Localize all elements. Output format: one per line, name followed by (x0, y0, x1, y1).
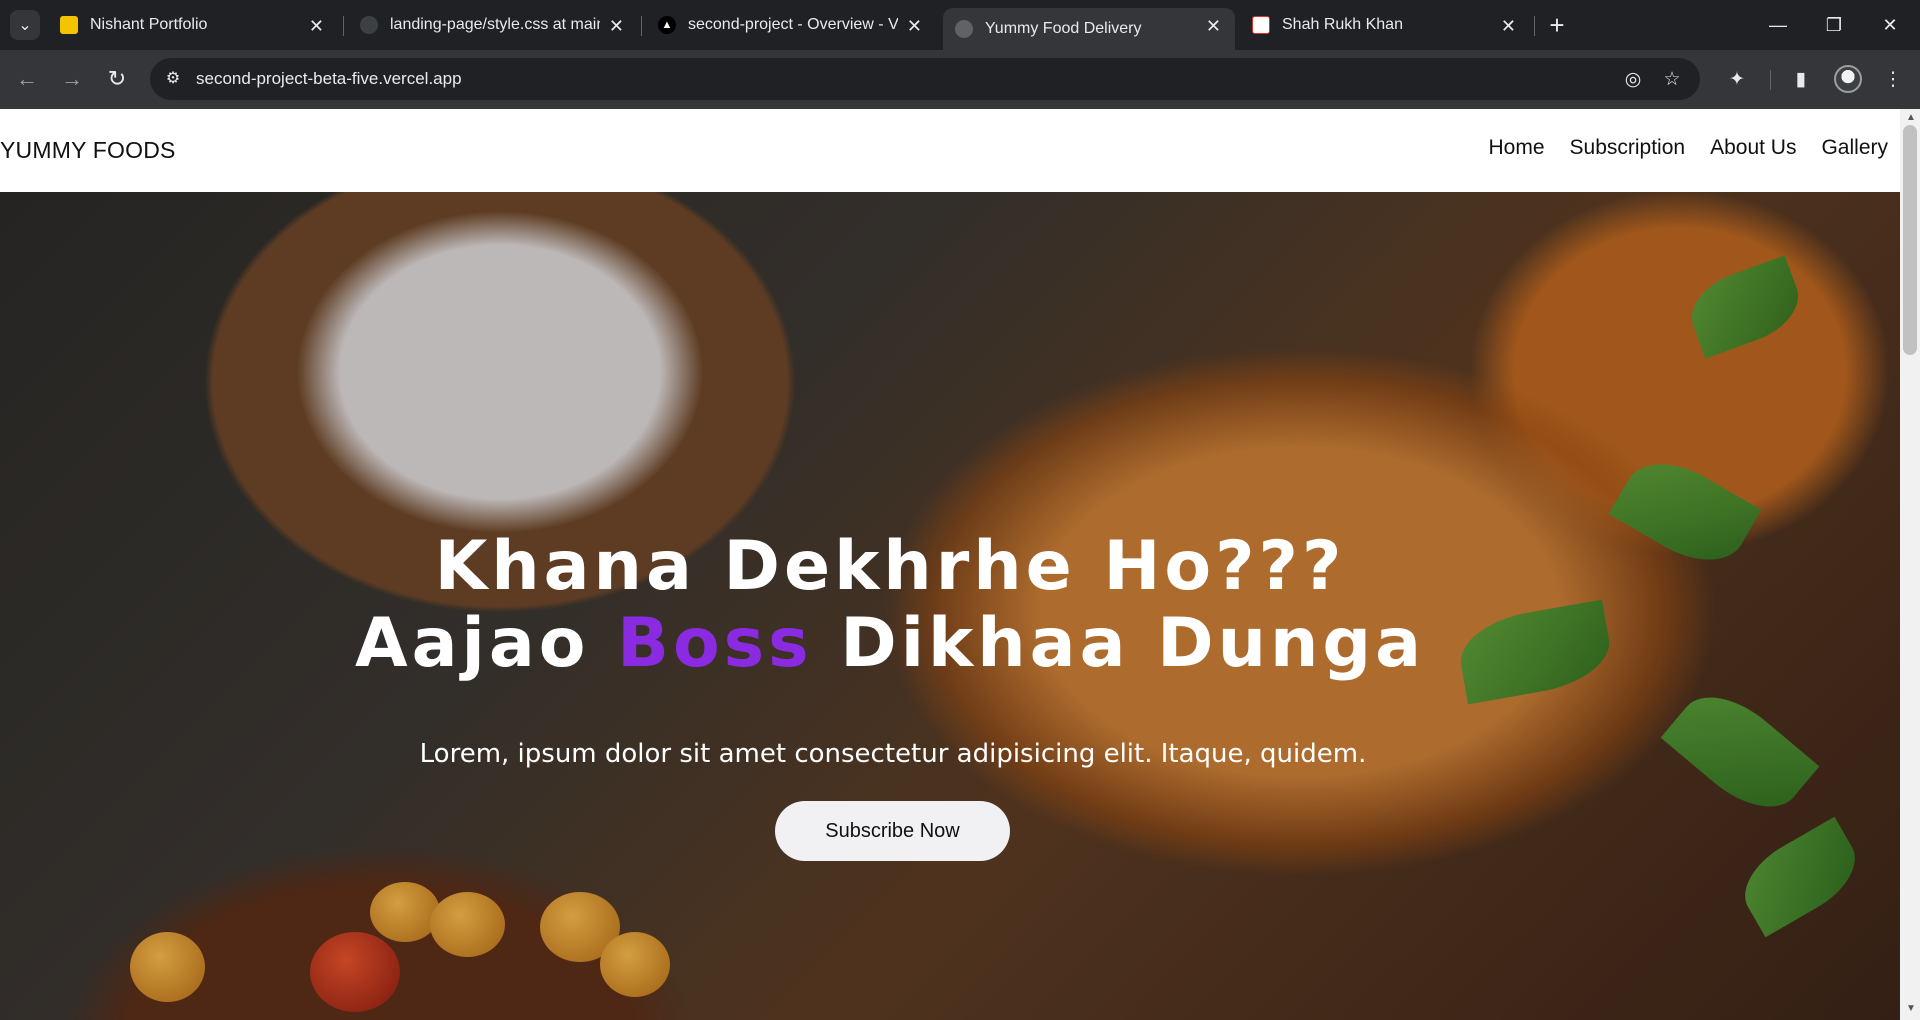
tab-shah-rukh-khan[interactable]: Shah Rukh Khan ✕ (1240, 8, 1530, 42)
tab-second-project[interactable]: ▲ second-project - Overview - Ver ✕ (646, 8, 936, 42)
close-icon[interactable]: ✕ (309, 16, 324, 37)
hero-heading-accent: Boss (617, 604, 813, 683)
hero-heading-text: Dikhaa Dunga (812, 604, 1425, 683)
srk-favicon-icon (1252, 16, 1270, 34)
nav-link-gallery[interactable]: Gallery (1821, 136, 1888, 160)
plus-icon[interactable]: + (1542, 10, 1572, 40)
eye-off-icon[interactable]: ◎ (1620, 67, 1646, 93)
close-icon[interactable]: ✕ (1501, 16, 1516, 37)
globe-icon (955, 20, 973, 38)
toolbar-divider (1770, 70, 1771, 90)
tab-separator (1534, 16, 1535, 36)
nav-link-subscription[interactable]: Subscription (1570, 136, 1686, 160)
close-icon[interactable]: ✕ (1206, 16, 1221, 37)
tab-separator (641, 16, 642, 36)
nav-link-about-us[interactable]: About Us (1710, 136, 1796, 160)
more-vert-icon[interactable]: ⋮ (1878, 65, 1908, 95)
restore-icon[interactable]: ❐ (1806, 0, 1862, 50)
close-icon[interactable]: ✕ (907, 16, 922, 37)
tab-title: Yummy Food Delivery (985, 20, 1142, 37)
address-bar[interactable]: ⚙ second-project-beta-five.vercel.app ◎ … (150, 58, 1700, 100)
subscribe-now-button[interactable]: Subscribe Now (775, 801, 1010, 861)
site-logo[interactable]: YUMMY FOODS (0, 137, 176, 164)
vercel-icon: ▲ (658, 16, 676, 34)
tab-strip: ⌄ Nishant Portfolio ✕ landing-page/style… (0, 0, 1920, 50)
tab-title: second-project - Overview - Ver (688, 16, 898, 33)
page-viewport: YUMMY FOODS Home Subscription About Us G… (0, 109, 1900, 1020)
avatar[interactable] (1834, 65, 1862, 93)
tab-title: Nishant Portfolio (90, 16, 208, 33)
tab-nishant-portfolio[interactable]: Nishant Portfolio ✕ (48, 8, 338, 42)
arrow-right-icon[interactable]: → (57, 64, 87, 94)
side-panel-icon[interactable]: ▮ (1786, 65, 1816, 95)
minimize-icon[interactable]: — (1750, 0, 1806, 50)
tab-separator (343, 16, 344, 36)
arrow-left-icon[interactable]: ← (12, 64, 42, 94)
tune-icon[interactable]: ⚙ (160, 66, 186, 92)
scroll-down-icon[interactable]: ▼ (1906, 1003, 1916, 1014)
close-icon[interactable]: ✕ (1862, 0, 1918, 50)
hero-subtitle: Lorem, ipsum dolor sit amet consectetur … (419, 739, 1367, 769)
hero-heading-line-1: Khana Dekhrhe Ho??? (434, 527, 1346, 606)
browser-toolbar: ← → ↻ ⚙ second-project-beta-five.vercel.… (0, 50, 1920, 109)
tab-title: Shah Rukh Khan (1282, 16, 1403, 33)
star-icon[interactable]: ☆ (1659, 67, 1685, 93)
close-icon[interactable]: ✕ (609, 16, 624, 37)
tab-title: landing-page/style.css at main (390, 16, 600, 33)
reload-icon[interactable]: ↻ (102, 64, 132, 94)
scroll-up-icon[interactable]: ▲ (1906, 112, 1916, 123)
favicon-icon (60, 16, 78, 34)
site-header: YUMMY FOODS Home Subscription About Us G… (0, 109, 1900, 192)
hero-section: Khana Dekhrhe Ho??? Aajao Boss Dikhaa Du… (0, 192, 1900, 1020)
tab-landing-page[interactable]: landing-page/style.css at main ✕ (348, 8, 638, 42)
github-icon (360, 16, 378, 34)
site-nav: Home Subscription About Us Gallery (1488, 136, 1888, 160)
hero-heading-line-2: Aajao Boss Dikhaa Dunga (0, 604, 1780, 683)
nav-link-home[interactable]: Home (1488, 136, 1544, 160)
puzzle-icon[interactable]: ✦ (1722, 65, 1752, 95)
scrollbar-thumb[interactable] (1903, 125, 1917, 355)
url-text[interactable]: second-project-beta-five.vercel.app (196, 69, 462, 89)
chevron-down-icon[interactable]: ⌄ (10, 10, 40, 40)
hero-heading-text: Aajao (355, 604, 618, 683)
tab-yummy-food[interactable]: Yummy Food Delivery ✕ (943, 8, 1235, 50)
